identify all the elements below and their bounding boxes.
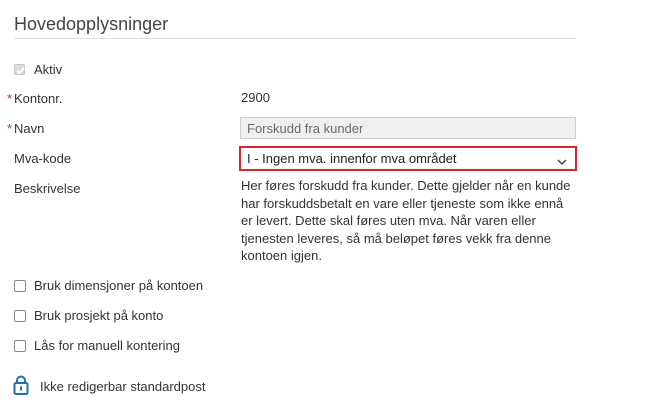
kontonr-label: Kontonr. bbox=[14, 91, 63, 106]
mva-kode-label: Mva-kode bbox=[14, 151, 72, 166]
laas-label: Lås for manuell kontering bbox=[34, 338, 180, 353]
section-divider bbox=[14, 38, 576, 39]
prosjekt-checkbox[interactable] bbox=[14, 310, 26, 322]
navn-required-marker: * bbox=[7, 121, 13, 136]
navn-label: Navn bbox=[14, 121, 45, 136]
chevron-down-icon bbox=[557, 154, 567, 169]
aktiv-checkbox[interactable] bbox=[14, 64, 25, 75]
section-title: Hovedopplysninger bbox=[14, 14, 169, 34]
mva-kode-select[interactable]: I - Ingen mva. innenfor mva området bbox=[239, 146, 577, 171]
mva-kode-selected-value: I - Ingen mva. innenfor mva området bbox=[247, 151, 457, 166]
locked-standard-label: Ikke redigerbar standardpost bbox=[40, 379, 206, 394]
dimensjoner-checkbox[interactable] bbox=[14, 280, 26, 292]
prosjekt-label: Bruk prosjekt på konto bbox=[34, 308, 164, 323]
beskrivelse-label: Beskrivelse bbox=[14, 181, 81, 196]
check-icon bbox=[16, 67, 25, 75]
beskrivelse-text: Her føres forskudd fra kunder. Dette gje… bbox=[241, 178, 571, 263]
kontonr-required-marker: * bbox=[7, 91, 13, 106]
navn-input[interactable]: Forskudd fra kunder bbox=[240, 117, 576, 139]
dimensjoner-label: Bruk dimensjoner på kontoen bbox=[34, 278, 204, 293]
aktiv-label: Aktiv bbox=[34, 62, 63, 77]
kontonr-value: 2900 bbox=[241, 90, 270, 105]
laas-checkbox[interactable] bbox=[14, 340, 26, 352]
lock-icon bbox=[13, 375, 29, 400]
